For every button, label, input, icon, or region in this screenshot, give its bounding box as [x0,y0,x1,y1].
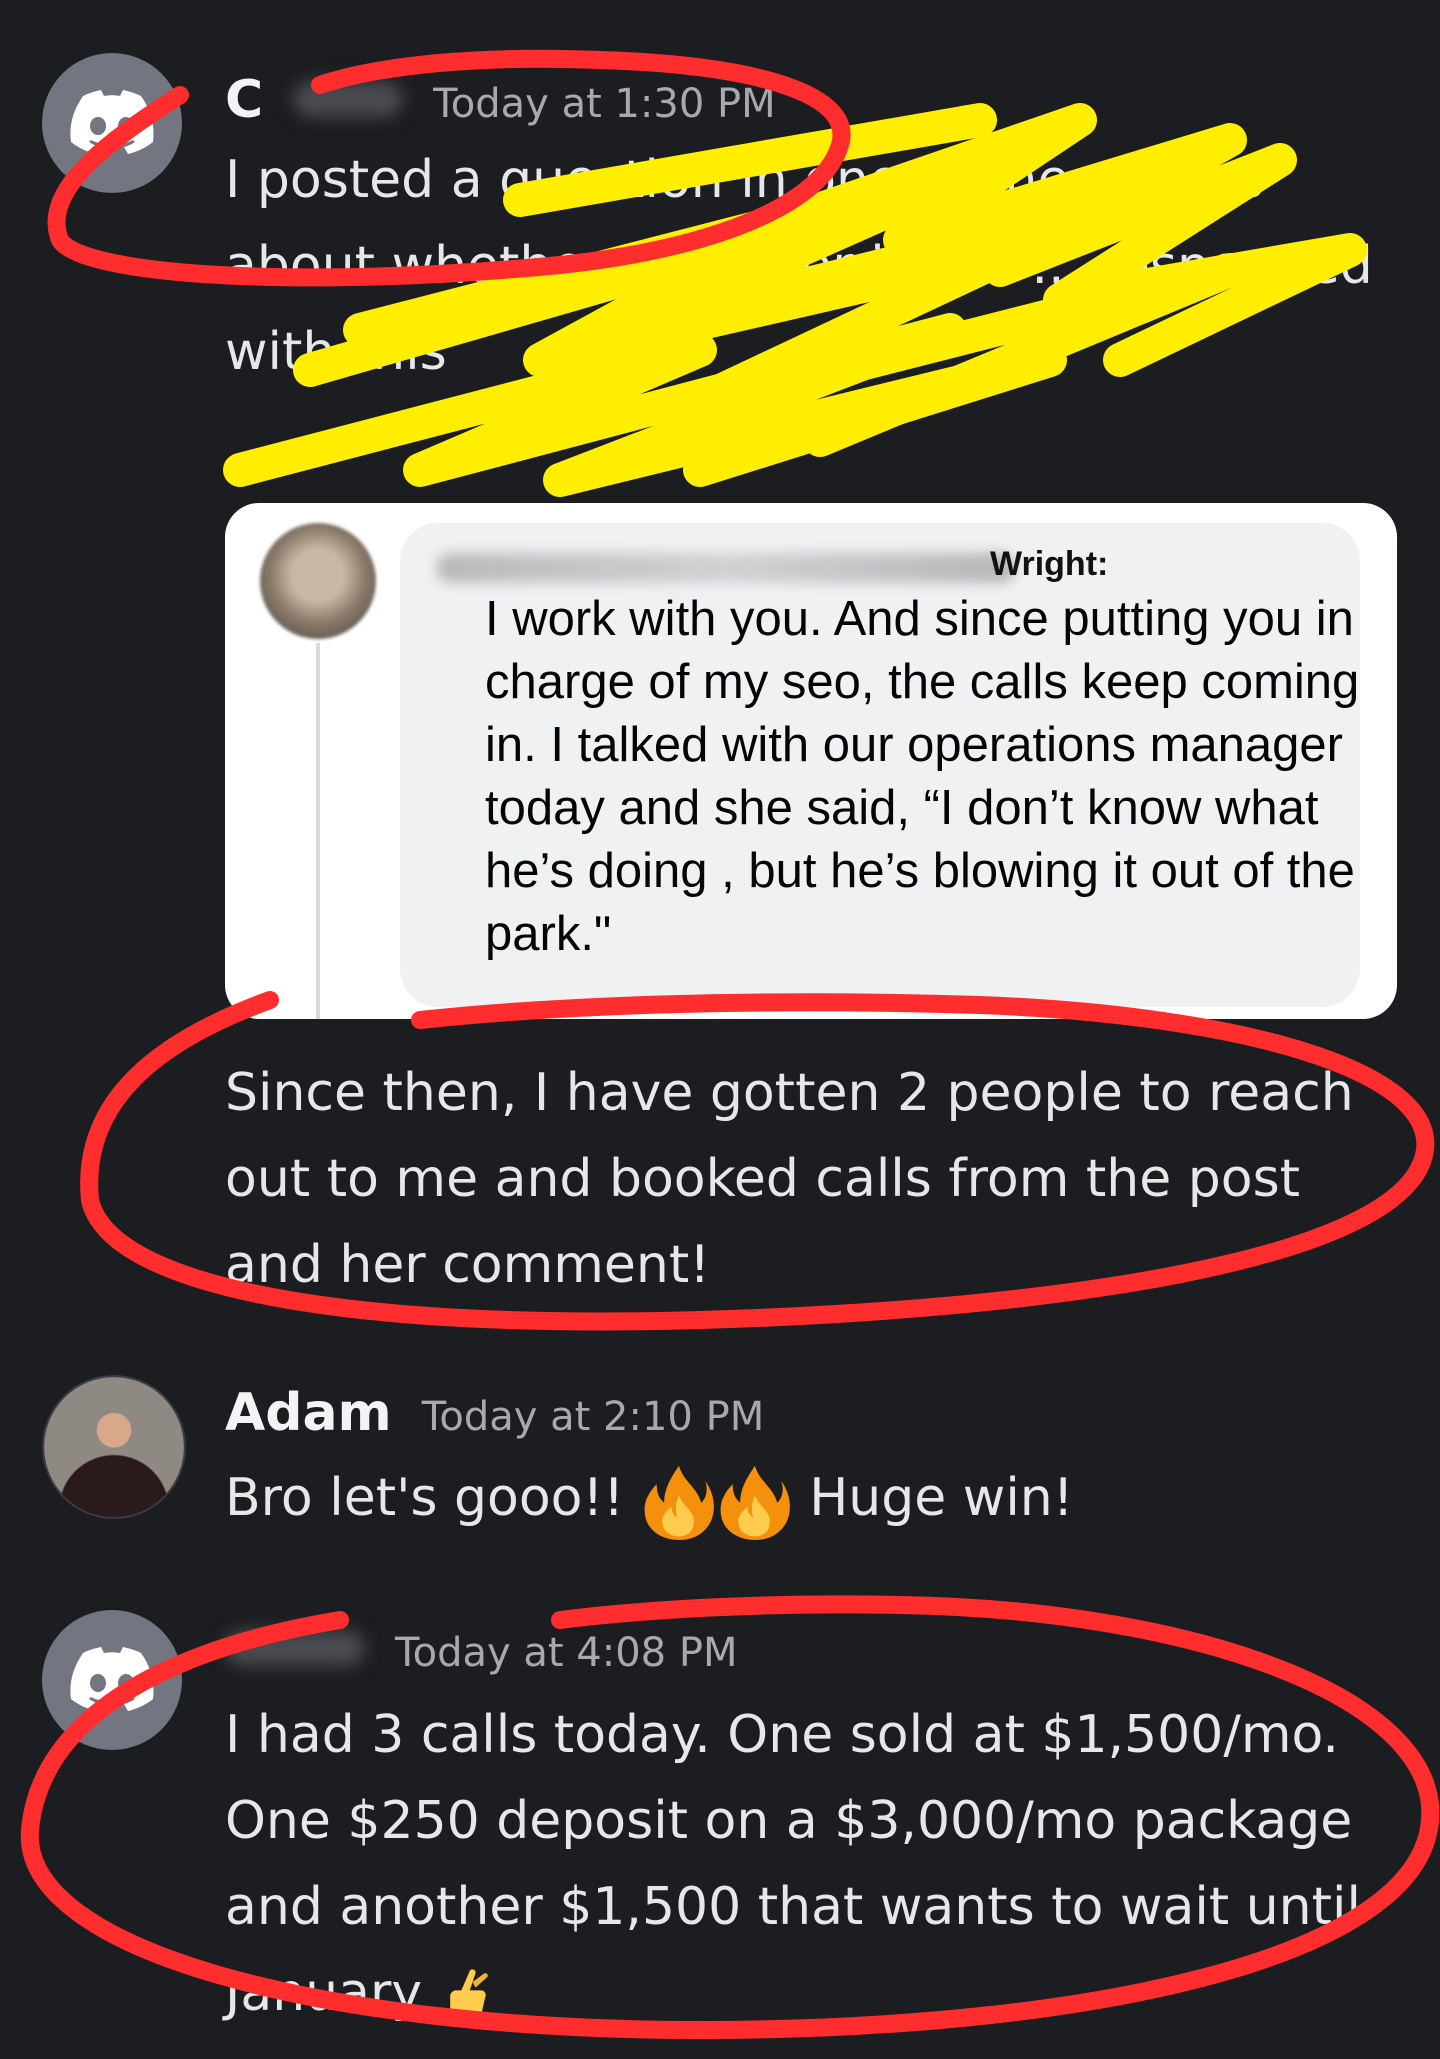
blurred-username [293,81,404,117]
discord-logo-icon [70,1647,154,1711]
commenter-avatar [260,523,376,639]
message-timestamp: Today at 2:10 PM [421,1394,765,1440]
message-text-before: Bro let's gooo!! [225,1468,625,1528]
fire-emoji-icon [720,1465,790,1540]
embedded-comment-screenshot: Wright: I work with you. And since putti… [225,503,1397,1019]
author-name[interactable]: C [225,70,263,130]
user-avatar-discord[interactable] [42,53,182,193]
crossed-fingers-emoji-icon [449,1969,488,2022]
author-name[interactable]: Adam [225,1383,392,1443]
commenter-name: Wright: [990,545,1109,583]
message-text: Bro let's gooo!! Huge win! [225,1455,1375,1541]
message-text: I had 3 calls today. One sold at $1,500/… [225,1692,1375,2036]
message-text: I posted a question in one of the groups… [225,150,1373,382]
user-avatar-discord[interactable] [42,1610,182,1750]
adam-avatar[interactable] [42,1375,186,1519]
blurred-commenter-name [436,553,1016,583]
message-text: Since then, I have gotten 2 people to re… [225,1063,1354,1295]
message-timestamp: Today at 4:08 PM [395,1630,738,1676]
blurred-username [225,1630,365,1666]
thread-line [316,643,320,1019]
fire-emoji-icon [644,1465,714,1540]
message-body: I had 3 calls today. One sold at $1,500/… [225,1705,1361,2023]
message-timestamp: Today at 1:30 PM [433,81,776,127]
discord-logo-icon [70,90,154,154]
comment-text: I work with you. And since putting you i… [485,592,1360,961]
message-text-after: Huge win! [809,1468,1074,1528]
